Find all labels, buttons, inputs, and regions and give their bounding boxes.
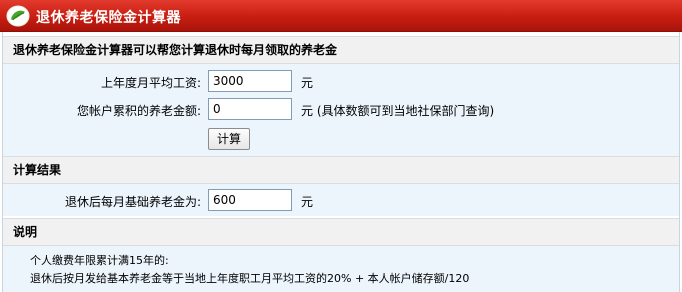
result-row: 退休后每月基础养老金为: 600 元	[3, 189, 679, 213]
explain-line: 退休后按月发给基本养老金等于当地上年度职工月平均工资的20% + 本人帐户储存额…	[30, 272, 470, 285]
calculate-button[interactable]: 计算	[208, 128, 250, 150]
avg-salary-unit: 元	[301, 76, 314, 90]
account-label: 您帐户累积的养老金额:	[76, 104, 201, 118]
avg-salary-input[interactable]: 3000	[208, 70, 292, 92]
result-label: 退休后每月基础养老金为:	[64, 195, 201, 209]
app-header: 退休养老保险金计算器	[0, 0, 682, 32]
avg-salary-row: 上年度月平均工资: 3000 元	[3, 70, 679, 94]
account-unit-hint: 元 (具体数额可到当地社保部门查询)	[301, 104, 495, 118]
result-heading: 计算结果	[3, 156, 679, 184]
leaf-circle-icon	[6, 5, 30, 27]
explain-line: 个人缴费年限累计满15年的:	[30, 254, 169, 267]
result-unit: 元	[301, 195, 314, 209]
account-input[interactable]: 0	[208, 98, 292, 120]
result-value-field[interactable]: 600	[208, 189, 292, 211]
intro-heading: 退休养老保险金计算器可以帮您计算退休时每月领取的养老金	[3, 36, 679, 64]
explain-panel: 个人缴费年限累计满15年的: 退休后按月发给基本养老金等于当地上年度职工月平均工…	[3, 246, 679, 292]
explain-heading: 说明	[3, 218, 679, 246]
result-panel: 退休后每月基础养老金为: 600 元	[3, 184, 679, 216]
account-row: 您帐户累积的养老金额: 0 元 (具体数额可到当地社保部门查询)	[3, 98, 679, 122]
calculator-frame: 退休养老保险金计算器可以帮您计算退休时每月领取的养老金 上年度月平均工资: 30…	[2, 32, 680, 292]
avg-salary-label: 上年度月平均工资:	[100, 76, 201, 90]
page-title: 退休养老保险金计算器	[36, 10, 181, 26]
